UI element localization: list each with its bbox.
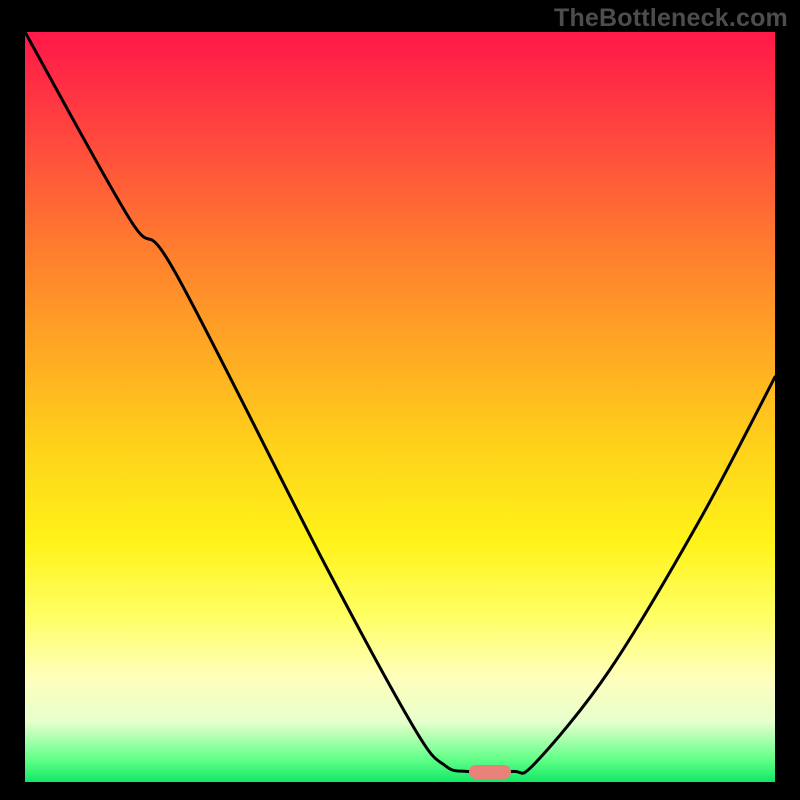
watermark-text: TheBottleneck.com	[554, 4, 788, 33]
chart-container: TheBottleneck.com	[0, 0, 800, 800]
plot-area	[25, 32, 775, 782]
curve-svg	[25, 32, 775, 782]
optimal-marker	[469, 765, 511, 779]
bottleneck-curve	[25, 32, 775, 773]
